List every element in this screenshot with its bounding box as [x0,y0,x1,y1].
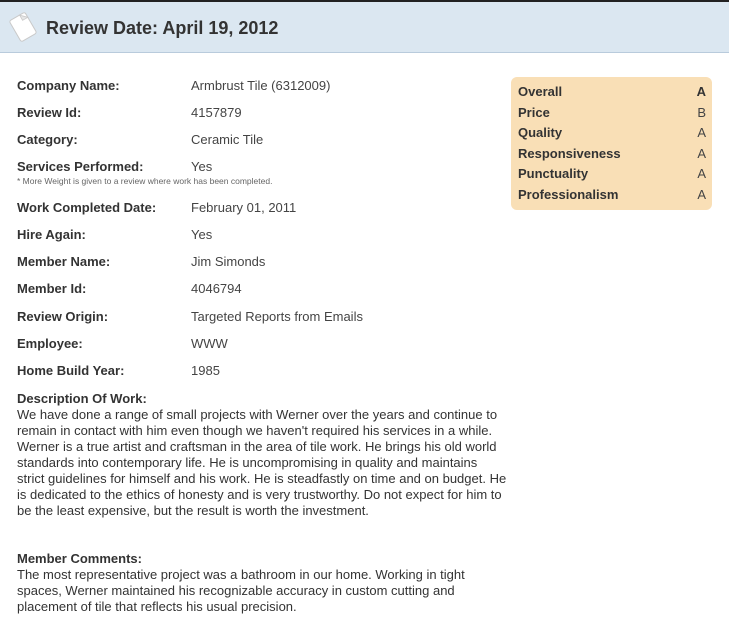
grade-row-professionalism: Professionalism A [518,187,706,208]
detail-value: February 01, 2011 [191,200,297,215]
detail-row-member-name: Member Name: Jim Simonds [17,254,487,274]
detail-row-member-id: Member Id: 4046794 [17,281,487,301]
description-of-work: Description Of Work: We have done a rang… [17,391,507,519]
grade-value: B [697,104,706,120]
detail-row-home-build-year: Home Build Year: 1985 [17,363,487,383]
grade-row-overall: Overall A [518,84,706,105]
detail-row-category: Category: Ceramic Tile [17,132,487,152]
detail-value: 1985 [191,363,220,378]
detail-row-employee: Employee: WWW [17,336,487,356]
detail-label: Review Id: [17,105,82,120]
grade-value: A [697,145,706,161]
detail-label: Hire Again: [17,227,86,242]
detail-label: Member Name: [17,254,111,269]
grade-row-quality: Quality A [518,125,706,146]
grade-label: Responsiveness [518,145,621,161]
grade-value: A [697,166,706,182]
grade-value: A [696,84,706,99]
detail-label: Company Name: [17,78,120,93]
grade-label: Punctuality [518,166,589,182]
detail-label: Home Build Year: [17,363,125,378]
detail-value: Ceramic Tile [191,132,264,147]
grade-row-price: Price B [518,105,706,126]
detail-value: Targeted Reports from Emails [191,309,363,324]
review-header: Review Date: April 19, 2012 [0,0,729,53]
document-icon [9,12,37,42]
services-note: * More Weight is given to a review where… [17,176,273,186]
grades-panel: Overall A Price B Quality A Responsivene… [511,77,712,210]
description-title: Description Of Work: [17,391,147,406]
comments-text: The most representative project was a ba… [17,567,465,614]
grade-label: Overall [518,84,563,99]
detail-value: Yes [191,227,213,242]
detail-row-work-completed-date: Work Completed Date: February 01, 2011 [17,200,487,220]
detail-label: Review Origin: [17,309,109,324]
detail-value: Armbrust Tile (6312009) [191,78,331,93]
detail-label: Employee: [17,336,83,351]
detail-value: WWW [191,336,228,351]
detail-label: Work Completed Date: [17,200,157,215]
grade-row-responsiveness: Responsiveness A [518,146,706,167]
grade-value: A [697,186,706,202]
detail-label: Member Id: [17,281,87,296]
detail-row-review-origin: Review Origin: Targeted Reports from Ema… [17,309,487,329]
member-comments: Member Comments: The most representative… [17,551,507,615]
grade-row-punctuality: Punctuality A [518,166,706,187]
detail-value: 4046794 [191,281,242,296]
detail-label: Category: [17,132,78,147]
detail-value: Yes [191,159,213,174]
comments-title: Member Comments: [17,551,142,566]
detail-row-review-id: Review Id: 4157879 [17,105,487,125]
grade-label: Professionalism [518,186,619,202]
grade-label: Quality [518,125,563,141]
grade-value: A [697,125,706,141]
detail-row-company-name: Company Name: Armbrust Tile (6312009) [17,78,487,98]
detail-value: 4157879 [191,105,242,120]
detail-value: Jim Simonds [191,254,266,269]
description-text: We have done a range of small projects w… [17,407,507,518]
grade-label: Price [518,104,550,120]
review-date-title: Review Date: April 19, 2012 [46,18,279,38]
detail-label: Services Performed: [17,159,144,174]
detail-row-hire-again: Hire Again: Yes [17,227,487,247]
